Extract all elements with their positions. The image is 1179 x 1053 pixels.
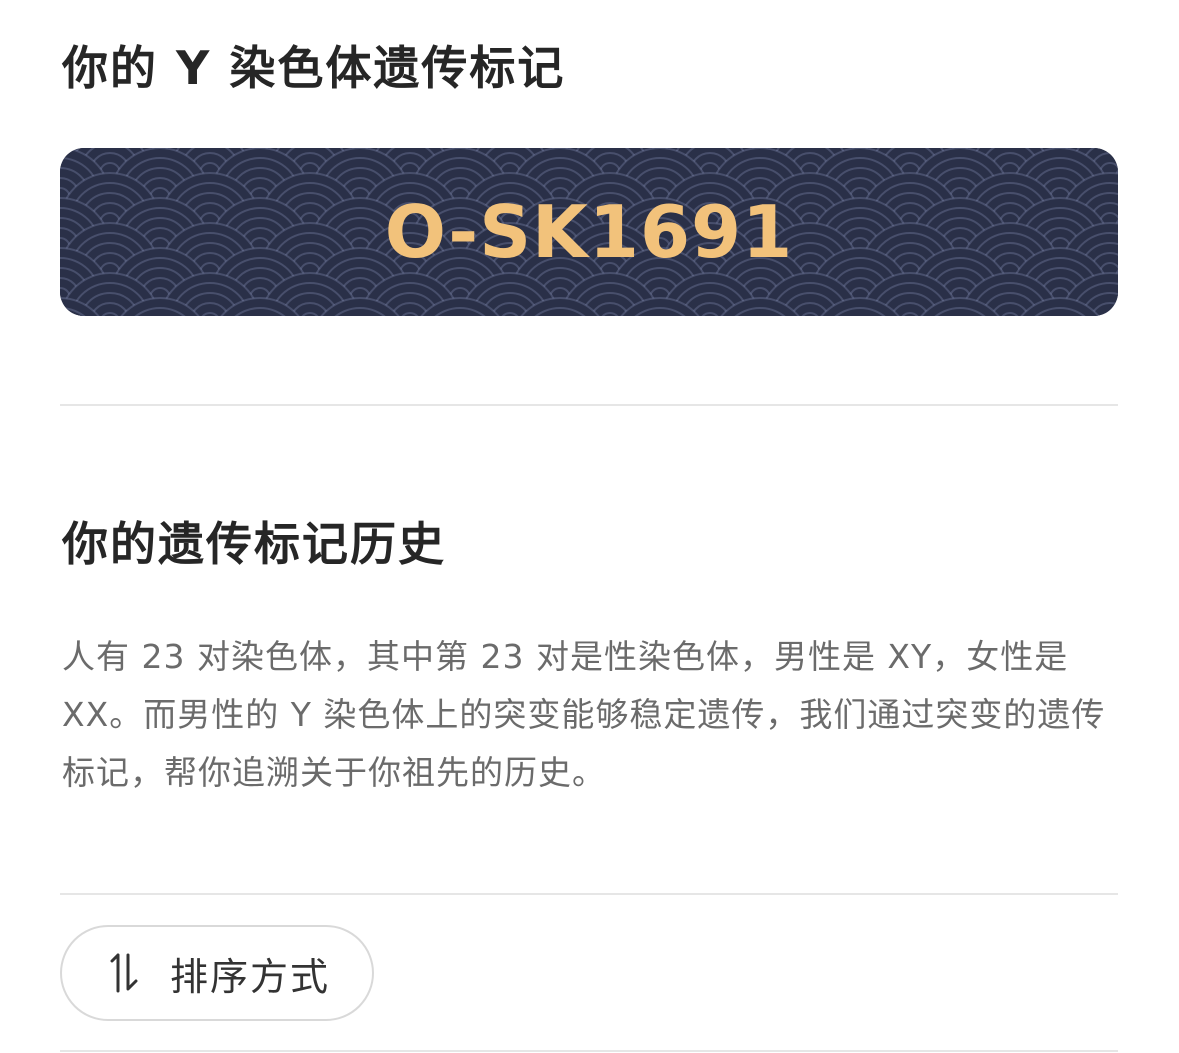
sort-label: 排序方式 <box>169 954 330 999</box>
sort-arrows-icon <box>110 953 138 993</box>
history-description: 人有 23 对染色体，其中第 23 对是性染色体，男性是 XY，女性是 XX。而… <box>62 637 1106 792</box>
marker-code: O-SK1691 <box>384 190 794 274</box>
marker-card: O-SK1691 <box>60 148 1118 316</box>
divider <box>60 1050 1118 1052</box>
history-title: 你的遗传标记历史 <box>62 517 446 571</box>
y-marker-title: 你的 Y 染色体遗传标记 <box>62 41 566 95</box>
sort-button[interactable]: 排序方式 <box>60 925 374 1021</box>
divider <box>60 404 1118 406</box>
divider <box>60 893 1118 895</box>
